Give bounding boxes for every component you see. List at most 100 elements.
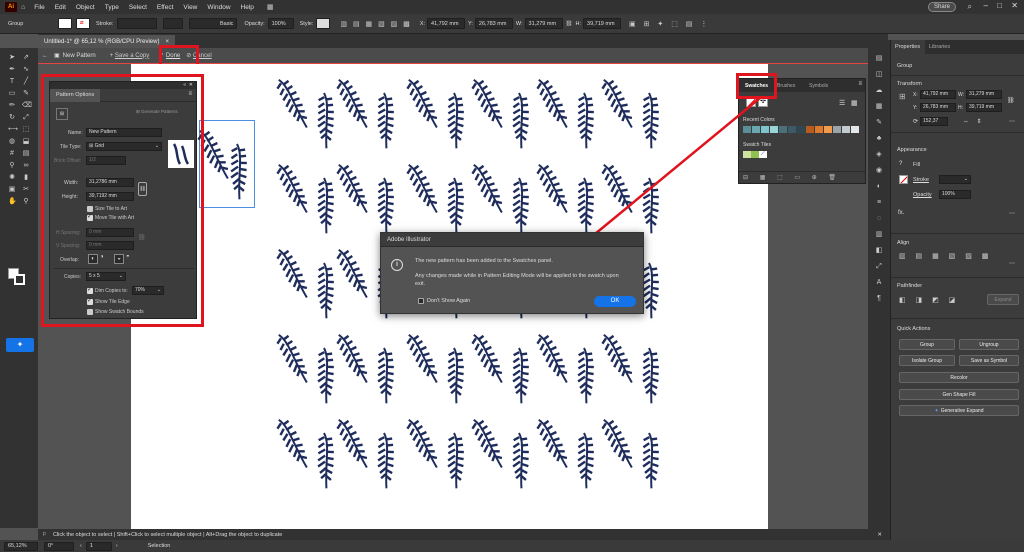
prop-y-field[interactable]: 26,783 mm — [920, 103, 956, 112]
prop-w-label: W: — [958, 92, 965, 98]
ok-button[interactable]: OK — [594, 296, 636, 307]
gen-expand-label: Generative Expand — [940, 407, 984, 414]
zoom-value: 65,12% — [8, 543, 27, 549]
fx-button[interactable]: fx. — [898, 210, 904, 216]
group-button[interactable]: Group — [899, 339, 955, 350]
properties-tabbar: Properties Libraries — [891, 40, 1024, 54]
status-bar: 65,12% 0° ‹ 1 › Selection — [0, 540, 1024, 552]
chevron-down-icon: ⌄ — [963, 176, 968, 182]
constrain-proportions-icon[interactable]: ⛓ — [1007, 97, 1015, 104]
zoom-dropdown[interactable]: 65,12% — [4, 541, 38, 551]
paragraph-panel-icon[interactable]: ¶ — [874, 294, 884, 304]
pathfinder-panel-icon[interactable]: ◧ — [874, 246, 884, 256]
fill-label[interactable]: Fill — [913, 162, 920, 168]
transform-panel-icon[interactable]: ⤢ — [874, 262, 884, 272]
pathfinder-icons[interactable]: ◧ ◨ ◩ ◪ — [899, 296, 959, 304]
flip-icons[interactable]: ⇔ ⇕ — [963, 118, 985, 125]
divider — [891, 277, 1024, 278]
divider — [891, 75, 1024, 76]
hint-text: Click the object to select | Shift+Click… — [52, 531, 283, 538]
dialog-message: The new pattern has been added to the Sw… — [415, 258, 553, 264]
align-heading: Align — [897, 240, 910, 246]
alert-dialog: Adobe Illustrator i The new pattern has … — [380, 232, 644, 314]
graphic-styles-panel-icon[interactable]: ◈ — [874, 150, 884, 160]
dont-show-label: Don't Show Again — [427, 298, 471, 304]
stroke-label[interactable]: Stroke — [913, 177, 929, 183]
gen-shape-label: Gen Shape Fill — [942, 391, 976, 398]
dock-icon-strip: ▤ ◫ ☁ ▦ ✎ ♣ ◈ ◉ ◐ ≡ ◌ ▥ ◧ ⤢ A ¶ — [868, 40, 890, 552]
opacity-label-prop[interactable]: Opacity — [913, 192, 932, 198]
divider — [891, 318, 1024, 319]
prop-x-field[interactable]: 41,792 mm — [920, 90, 956, 99]
expand-button[interactable]: Expand — [987, 294, 1019, 305]
more-options-icon[interactable]: ⋯ — [1009, 210, 1015, 217]
sparkle-icon: ✦ — [934, 407, 939, 414]
ungroup-button[interactable]: Ungroup — [959, 339, 1019, 350]
tab-properties[interactable]: Properties — [891, 40, 925, 54]
symbols-panel-icon[interactable]: ♣ — [874, 134, 884, 144]
tab-libraries[interactable]: Libraries — [929, 44, 950, 50]
tab-properties-label: Properties — [895, 44, 921, 50]
info-icon: i — [391, 259, 403, 271]
artboard-value: 1 — [89, 543, 93, 549]
prop-w-field[interactable]: 31,279 mm — [966, 90, 1002, 99]
isolate-label: Isolate Group — [911, 357, 943, 364]
rotation-value: 0° — [48, 543, 54, 549]
divider — [891, 233, 1024, 234]
layers-panel-icon[interactable]: ◫ — [874, 70, 884, 80]
align-icons-row[interactable]: ▥ ▤ ▦ ▧ ▨ ▩ — [899, 252, 992, 260]
save-symbol-button[interactable]: Save as Symbol — [959, 355, 1019, 366]
prop-x-value: 41,792 mm — [923, 91, 949, 97]
prop-h-field[interactable]: 39,719 mm — [966, 103, 1002, 112]
expand-label: Expand — [994, 296, 1012, 303]
contextual-hint-bar: ⚐ Click the object to select | Shift+Cli… — [38, 529, 888, 540]
current-tool: Selection — [147, 543, 171, 549]
properties-panel-icon[interactable]: ▤ — [874, 54, 884, 64]
transform-heading: Transform — [897, 81, 922, 87]
transparency-panel-icon[interactable]: ◌ — [874, 214, 884, 224]
appearance-heading: Appearance — [897, 147, 927, 153]
bulb-icon: ⚐ — [42, 531, 47, 538]
isolate-group-button[interactable]: Isolate Group — [899, 355, 955, 366]
prop-y-label: Y: — [913, 105, 918, 111]
brushes-panel-icon[interactable]: ✎ — [874, 118, 884, 128]
group-label: Group — [920, 341, 934, 348]
prev-artboard-icon[interactable]: ‹ — [80, 543, 82, 549]
reference-point-icon[interactable]: ⊞ — [899, 92, 906, 101]
prop-w-value: 31,279 mm — [969, 91, 995, 97]
dialog-title: Adobe Illustrator — [387, 237, 431, 243]
artboard-field[interactable]: 1 — [85, 541, 112, 551]
appearance-panel-icon[interactable]: ◉ — [874, 166, 884, 176]
ok-label: OK — [610, 298, 620, 304]
color-panel-icon[interactable]: ◐ — [874, 182, 884, 192]
ungroup-label: Ungroup — [979, 341, 999, 348]
rotate-icon: ⟳ — [913, 119, 919, 125]
close-hint-icon[interactable]: ✕ — [877, 532, 882, 538]
prop-h-value: 39,719 mm — [969, 104, 995, 110]
swatches-panel-icon[interactable]: ▦ — [874, 102, 884, 112]
rotate-field[interactable]: 152,37 — [920, 117, 948, 126]
character-panel-icon[interactable]: A — [874, 278, 884, 288]
more-options-icon[interactable]: ⋯ — [1009, 118, 1015, 125]
next-artboard-icon[interactable]: › — [116, 543, 118, 549]
recolor-label: Recolor — [950, 374, 968, 381]
stroke-swatch-prop[interactable] — [899, 175, 908, 184]
divider — [891, 132, 1024, 133]
libraries-panel-icon[interactable]: ☁ — [874, 86, 884, 96]
stroke-weight-prop[interactable]: ⌄ — [939, 175, 971, 184]
opacity-field-prop[interactable]: 100% — [939, 190, 971, 199]
stroke-panel-icon[interactable]: ≡ — [874, 198, 884, 208]
generative-expand-button[interactable]: ✦ Generative Expand — [899, 405, 1019, 416]
gen-shape-fill-button[interactable]: Gen Shape Fill — [899, 389, 1019, 400]
properties-panel: Properties Libraries Group Transform ⊞ X… — [890, 40, 1024, 552]
dont-show-checkbox[interactable] — [418, 298, 424, 304]
prop-x-label: X: — [913, 92, 918, 98]
more-options-icon[interactable]: ⋯ — [1009, 260, 1015, 267]
rotate-value: 152,37 — [923, 118, 939, 124]
opacity-value-prop: 100% — [942, 191, 955, 197]
rotation-dropdown[interactable]: 0° — [44, 541, 74, 551]
recolor-button[interactable]: Recolor — [899, 372, 1019, 383]
prop-y-value: 26,783 mm — [923, 104, 949, 110]
align-panel-icon[interactable]: ▥ — [874, 230, 884, 240]
help-icon[interactable]: ? — [899, 161, 902, 167]
